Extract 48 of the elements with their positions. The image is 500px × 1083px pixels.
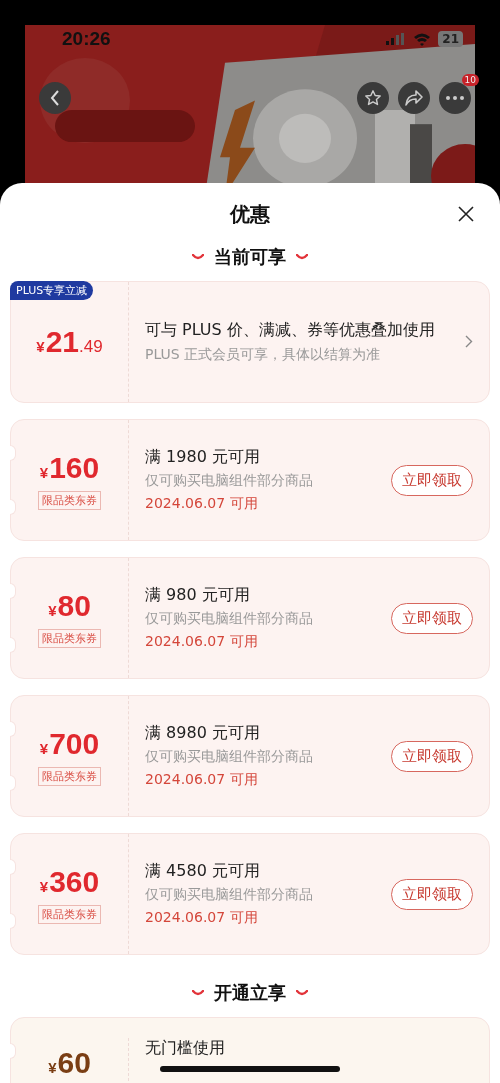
coupon-date: 2024.06.07 可用	[145, 633, 259, 652]
coupon-amount: ¥80	[48, 588, 91, 623]
claim-button[interactable]: 立即领取	[391, 464, 473, 496]
coupon-amount: ¥60	[48, 1046, 91, 1080]
coupon-condition: 满 4580 元可用	[145, 860, 261, 882]
coupon-date: 2024.06.07 可用	[145, 771, 259, 790]
coupon-amount: ¥360	[39, 864, 100, 899]
coupon-scope: 仅可购买电脑组件部分商品	[145, 748, 314, 767]
coupon-scope: 仅可购买电脑组件部分商品	[145, 610, 314, 629]
section-title: 当前可享	[214, 245, 286, 269]
chevron-icon	[192, 989, 204, 997]
claim-button[interactable]: 立即领取	[391, 602, 473, 634]
coupon-type-tag: 限品类东券	[38, 490, 101, 510]
discount-card[interactable]: PLUS专享立减 ¥21.49 可与 PLUS 价、满减、券等优惠叠加使用 PLUS 正式会员可享，具体以结算为准	[10, 281, 490, 403]
chevron-right-icon	[465, 335, 473, 348]
discount-description: 可与 PLUS 价、满减、券等优惠叠加使用	[145, 320, 436, 341]
section-title: 开通立享	[214, 981, 286, 1005]
more-icon	[446, 96, 464, 100]
coupon-type-tag: 限品类东券	[38, 766, 101, 786]
coupon-amount: ¥700	[39, 726, 100, 761]
star-icon	[364, 89, 382, 107]
coupon-condition: 无门槛使用	[145, 1038, 226, 1059]
sheet-title: 优惠	[230, 200, 270, 228]
chevron-icon	[296, 253, 308, 261]
signal-icon	[386, 33, 407, 45]
wifi-icon	[413, 32, 432, 46]
share-icon	[404, 89, 424, 107]
coupon-condition: 满 980 元可用	[145, 584, 251, 606]
plus-tag: PLUS专享立减	[10, 281, 94, 300]
claim-button[interactable]: 立即领取	[391, 740, 473, 772]
coupon-type-tag: 限品类东券	[38, 628, 101, 648]
coupon-type-tag: 限品类东券	[38, 904, 101, 924]
back-icon	[49, 90, 61, 106]
claim-button[interactable]: 立即领取	[391, 878, 473, 910]
coupon-date: 2024.06.07 可用	[145, 909, 259, 928]
battery-icon: 21	[438, 31, 463, 47]
coupon-scope: 仅可购买电脑组件部分商品	[145, 472, 314, 491]
coupon-scope: 仅可购买电脑组件部分商品	[145, 886, 314, 905]
discount-note: PLUS 正式会员可享，具体以结算为准	[145, 345, 382, 364]
coupon-amount: ¥160	[39, 450, 100, 485]
chevron-icon	[296, 989, 308, 997]
coupon-condition: 满 8980 元可用	[145, 722, 261, 744]
close-button[interactable]	[458, 206, 474, 222]
discount-amount: ¥21.49	[36, 325, 103, 359]
coupon-condition: 满 1980 元可用	[145, 446, 261, 468]
coupon-date: 2024.06.07 可用	[145, 495, 259, 514]
status-time: 20:26	[62, 28, 111, 50]
chevron-icon	[192, 253, 204, 261]
